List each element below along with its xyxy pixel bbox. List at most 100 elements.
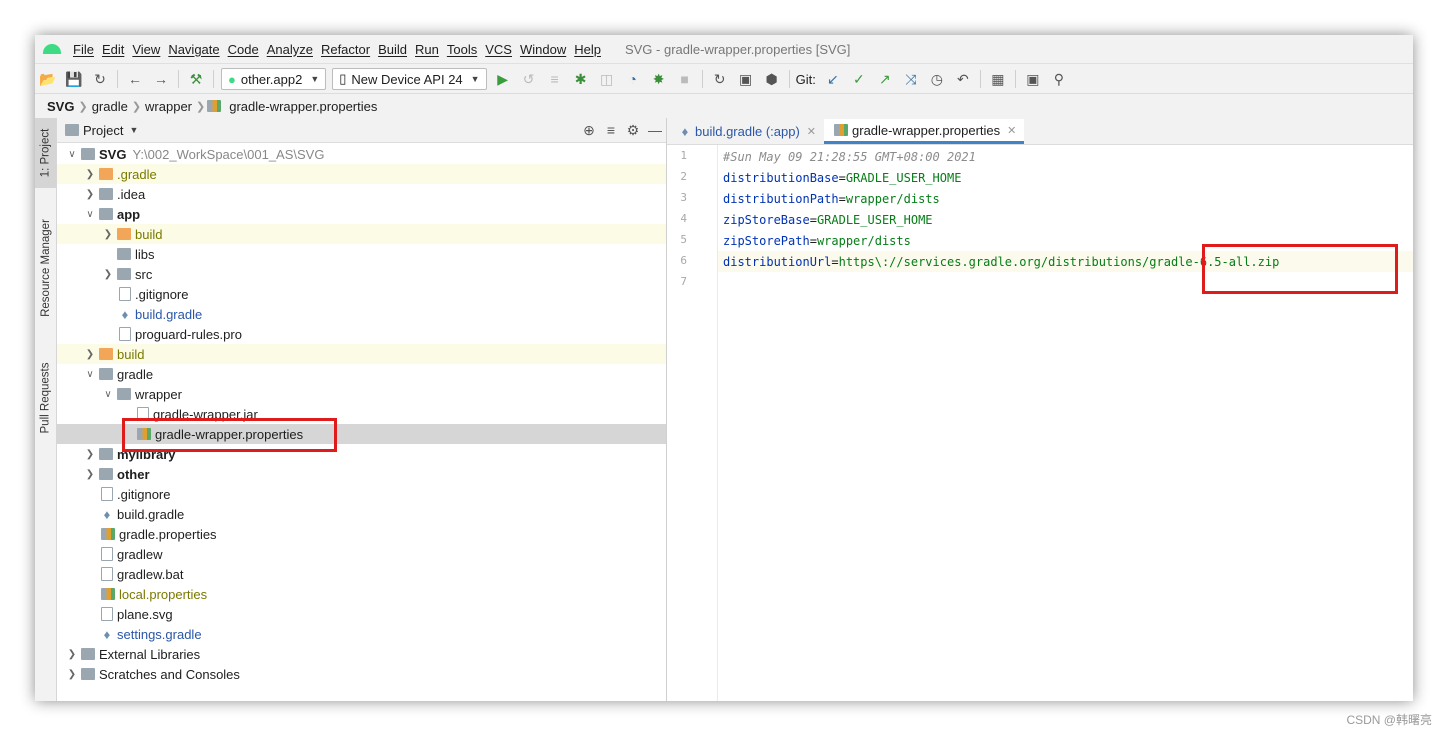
code-line[interactable]: distributionUrl = https\://services.gradle… bbox=[723, 251, 1279, 272]
menu-window[interactable]: Window bbox=[516, 42, 570, 57]
menu-help[interactable]: Help bbox=[570, 42, 605, 57]
tab-build-gradle[interactable]: ♦ build.gradle (:app) ✕ bbox=[667, 119, 824, 144]
git-commit-check-icon[interactable]: ✓ bbox=[848, 68, 870, 90]
menu-refactor[interactable]: Refactor bbox=[317, 42, 374, 57]
code-line[interactable]: distributionPath = wrapper/dists bbox=[723, 188, 940, 209]
code-line[interactable]: #Sun May 09 21:28:55 GMT+08:00 2021 bbox=[723, 146, 976, 167]
chevron-right-icon[interactable]: ❯ bbox=[83, 189, 97, 200]
hammer-build-icon[interactable]: ⚒ bbox=[185, 68, 207, 90]
project-tool-tab[interactable]: 1: Project bbox=[35, 118, 56, 188]
tree-item[interactable]: ❯ other bbox=[57, 464, 666, 484]
tree-item[interactable]: proguard-rules.pro bbox=[57, 324, 666, 344]
minimize-icon[interactable]: — bbox=[644, 122, 666, 138]
chevron-right-icon[interactable]: ❯ bbox=[65, 649, 79, 660]
menu-run[interactable]: Run bbox=[411, 42, 443, 57]
resource-manager-tool-tab[interactable]: Resource Manager bbox=[35, 208, 56, 328]
chevron-down-icon[interactable]: ▼ bbox=[129, 125, 138, 135]
tree-item[interactable]: ∨ gradle bbox=[57, 364, 666, 384]
tree-item[interactable]: .gitignore bbox=[57, 484, 666, 504]
menu-code[interactable]: Code bbox=[224, 42, 263, 57]
menu-build[interactable]: Build bbox=[374, 42, 411, 57]
open-folder-icon[interactable]: 📂 bbox=[37, 68, 59, 90]
chevron-right-icon[interactable]: ❯ bbox=[101, 229, 115, 240]
run-play-icon[interactable]: ▶ bbox=[492, 68, 514, 90]
tree-item[interactable]: ❯ src bbox=[57, 264, 666, 284]
menu-analyze[interactable]: Analyze bbox=[263, 42, 317, 57]
terminal-icon[interactable]: ▣ bbox=[1022, 68, 1044, 90]
sdk-manager-icon[interactable]: ⬢ bbox=[761, 68, 783, 90]
avd-manager-icon[interactable]: ▣ bbox=[735, 68, 757, 90]
breadcrumb-item[interactable]: SVG bbox=[43, 99, 78, 114]
back-arrow-icon[interactable]: ← bbox=[124, 68, 146, 90]
device-select[interactable]: ▯ New Device API 24 ▼ bbox=[332, 68, 487, 90]
chevron-right-icon[interactable]: ❯ bbox=[83, 349, 97, 360]
apply-changes-icon[interactable]: ↺ bbox=[518, 68, 540, 90]
tree-item[interactable]: ∨ app bbox=[57, 204, 666, 224]
gradle-sync-icon[interactable]: ↻ bbox=[709, 68, 731, 90]
breadcrumb-item[interactable]: gradle bbox=[88, 99, 132, 114]
tree-item[interactable]: gradlew bbox=[57, 544, 666, 564]
coverage-icon[interactable]: ◫ bbox=[596, 68, 618, 90]
history-clock-icon[interactable]: ◷ bbox=[926, 68, 948, 90]
tab-gradle-wrapper-properties[interactable]: gradle-wrapper.properties ✕ bbox=[824, 119, 1025, 144]
pull-requests-tool-tab[interactable]: Pull Requests bbox=[35, 353, 56, 443]
tree-item[interactable]: local.properties bbox=[57, 584, 666, 604]
tree-item[interactable]: ❯ .gradle bbox=[57, 164, 666, 184]
chevron-down-icon[interactable]: ∨ bbox=[83, 369, 97, 380]
tree-item[interactable]: ❯ External Libraries bbox=[57, 644, 666, 664]
menu-tools[interactable]: Tools bbox=[443, 42, 481, 57]
sync-icon[interactable]: ↻ bbox=[89, 68, 111, 90]
git-merge-icon[interactable]: ⤨ bbox=[900, 68, 922, 90]
code-line[interactable]: zipStorePath = wrapper/dists bbox=[723, 230, 911, 251]
project-view-label[interactable]: Project bbox=[83, 123, 123, 138]
menu-file[interactable]: File bbox=[69, 42, 98, 57]
code-line[interactable]: zipStoreBase = GRADLE_USER_HOME bbox=[723, 209, 933, 230]
save-icon[interactable]: 💾 bbox=[63, 68, 85, 90]
search-icon[interactable]: ⚲ bbox=[1048, 68, 1070, 90]
close-icon[interactable]: ✕ bbox=[807, 125, 816, 138]
forward-arrow-icon[interactable]: → bbox=[150, 68, 172, 90]
run-config-select[interactable]: ● other.app2 ▼ bbox=[221, 68, 327, 90]
menu-view[interactable]: View bbox=[128, 42, 164, 57]
menu-vcs[interactable]: VCS bbox=[481, 42, 516, 57]
debug-bug-icon[interactable]: ✱ bbox=[570, 68, 592, 90]
chevron-down-icon[interactable]: ∨ bbox=[101, 389, 115, 400]
git-update-icon[interactable]: ↙ bbox=[822, 68, 844, 90]
tree-item[interactable]: ∨ SVG Y:\002_WorkSpace\001_AS\SVG bbox=[57, 144, 666, 164]
code-line[interactable]: distributionBase = GRADLE_USER_HOME bbox=[723, 167, 961, 188]
chevron-right-icon[interactable]: ❯ bbox=[65, 669, 79, 680]
tree-item[interactable]: ∨ wrapper bbox=[57, 384, 666, 404]
breadcrumb-item[interactable]: wrapper bbox=[141, 99, 196, 114]
chevron-down-icon[interactable]: ∨ bbox=[65, 149, 79, 160]
collapse-all-icon[interactable]: ≡ bbox=[600, 122, 622, 138]
attach-debugger-icon[interactable]: ✸ bbox=[648, 68, 670, 90]
tree-item[interactable]: ♦ build.gradle bbox=[57, 504, 666, 524]
chevron-right-icon[interactable]: ❯ bbox=[83, 169, 97, 180]
rollback-icon[interactable]: ↶ bbox=[952, 68, 974, 90]
menu-navigate[interactable]: Navigate bbox=[164, 42, 223, 57]
gear-icon[interactable]: ⚙ bbox=[622, 122, 644, 139]
tree-item[interactable]: ❯ build bbox=[57, 344, 666, 364]
tree-item[interactable]: ♦ build.gradle bbox=[57, 304, 666, 324]
tree-item[interactable]: ❯ .idea bbox=[57, 184, 666, 204]
locate-crosshair-icon[interactable]: ⊕ bbox=[578, 122, 600, 139]
tree-item[interactable]: ❯ build bbox=[57, 224, 666, 244]
close-icon[interactable]: ✕ bbox=[1007, 124, 1016, 137]
apply-code-changes-icon[interactable]: ≡ bbox=[544, 68, 566, 90]
git-push-icon[interactable]: ↗ bbox=[874, 68, 896, 90]
tree-item[interactable]: libs bbox=[57, 244, 666, 264]
tree-item[interactable]: gradle.properties bbox=[57, 524, 666, 544]
tree-item[interactable]: plane.svg bbox=[57, 604, 666, 624]
menu-edit[interactable]: Edit bbox=[98, 42, 128, 57]
tree-item[interactable]: gradlew.bat bbox=[57, 564, 666, 584]
chevron-right-icon[interactable]: ❯ bbox=[83, 469, 97, 480]
tree-item[interactable]: .gitignore bbox=[57, 284, 666, 304]
stop-icon[interactable]: ■ bbox=[674, 68, 696, 90]
tree-item[interactable]: ❯ Scratches and Consoles bbox=[57, 664, 666, 684]
breadcrumb-item[interactable]: gradle-wrapper.properties bbox=[225, 99, 381, 114]
chevron-right-icon[interactable]: ❯ bbox=[83, 449, 97, 460]
project-structure-icon[interactable]: ▦ bbox=[987, 68, 1009, 90]
chevron-right-icon[interactable]: ❯ bbox=[101, 269, 115, 280]
profiler-icon[interactable]: ◔ bbox=[622, 68, 644, 90]
tree-item[interactable]: ♦ settings.gradle bbox=[57, 624, 666, 644]
